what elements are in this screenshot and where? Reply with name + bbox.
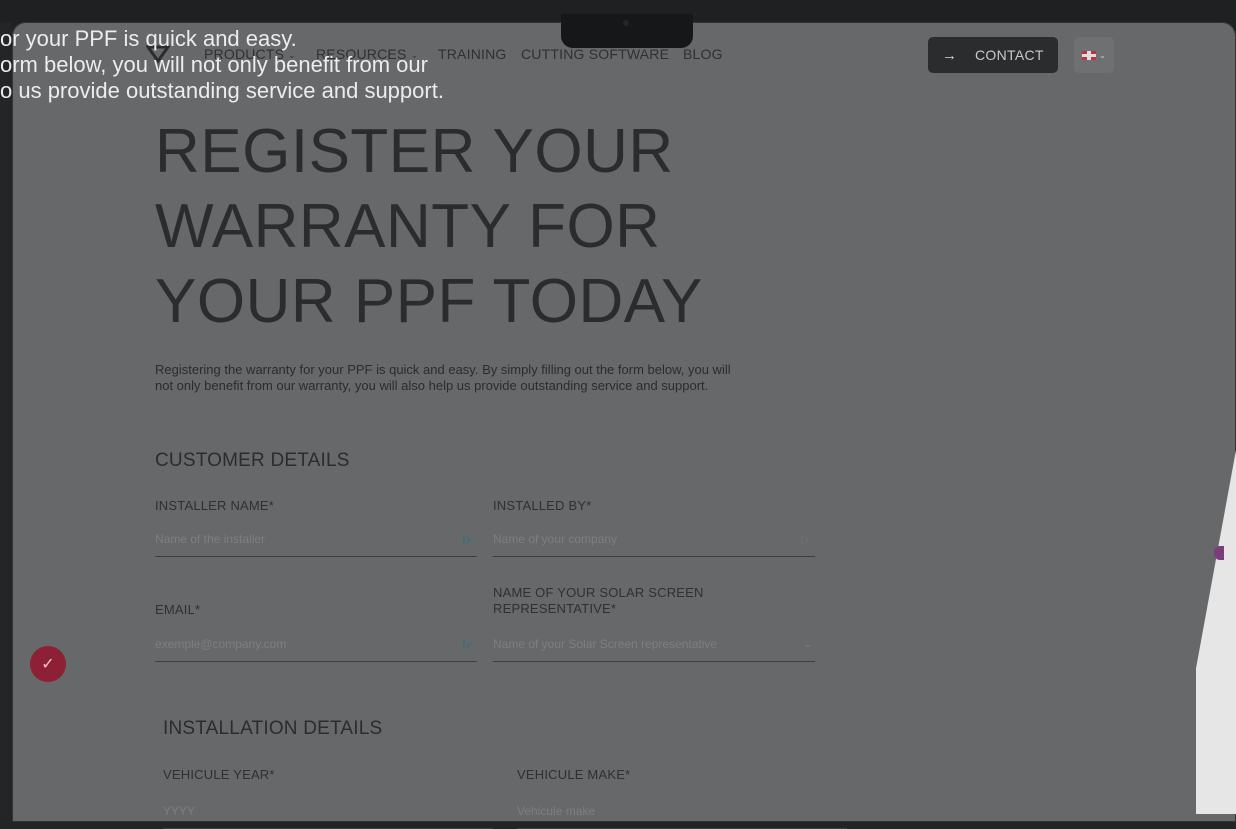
autofill-icon[interactable] xyxy=(800,534,810,546)
language-selector[interactable]: ⌄ xyxy=(1074,37,1114,73)
autofill-icon[interactable] xyxy=(462,534,472,546)
vehicle-make-label: VEHICULE MAKE* xyxy=(517,767,631,782)
installer-name-input[interactable] xyxy=(155,522,477,557)
checkmark-icon: ✓ xyxy=(41,656,55,673)
intro-line: not only benefit from our warranty, you … xyxy=(155,378,709,393)
chevron-down-icon: ⌄ xyxy=(804,639,812,649)
arrow-right-icon: → xyxy=(942,46,957,64)
nav-item-cutting-software[interactable]: CUTTING SOFTWARE xyxy=(521,46,669,62)
camera-notch xyxy=(561,14,693,48)
installed-by-label: INSTALLED BY* xyxy=(493,498,592,513)
title-line: YOUR PPF TODAY xyxy=(155,267,703,336)
vehicle-year-label: VEHICULE YEAR* xyxy=(163,767,275,782)
installed-by-input[interactable] xyxy=(493,522,815,557)
representative-label-line: REPRESENTATIVE* xyxy=(493,601,617,616)
installation-details-heading: INSTALLATION DETAILS xyxy=(163,718,383,739)
camera-dot xyxy=(623,20,629,26)
overlay-line: or your PPF is quick and easy. xyxy=(0,26,297,51)
email-input[interactable] xyxy=(155,627,477,662)
autofill-icon[interactable] xyxy=(462,639,472,651)
installer-name-label: INSTALLER NAME* xyxy=(155,498,275,513)
customer-details-heading: CUSTOMER DETAILS xyxy=(155,450,350,471)
overlay-line: orm below, you will not only benefit fro… xyxy=(0,52,428,77)
chat-widget-tab[interactable] xyxy=(1214,546,1224,560)
vehicle-year-input[interactable] xyxy=(163,794,493,829)
device-edge xyxy=(0,22,12,814)
intro-line: Registering the warranty for your PPF is… xyxy=(155,362,731,377)
vehicle-make-input[interactable] xyxy=(517,794,847,829)
uk-flag-icon xyxy=(1082,50,1097,60)
representative-select[interactable] xyxy=(493,627,815,662)
contact-button[interactable]: → CONTACT xyxy=(928,37,1058,73)
email-label: EMAIL* xyxy=(155,602,201,617)
nav-item-blog[interactable]: BLOG xyxy=(683,46,723,62)
page-title: REGISTER YOUR WARRANTY FOR YOUR PPF TODA… xyxy=(155,114,703,339)
nav-item-training[interactable]: TRAINING xyxy=(438,46,507,62)
overlay-caption: or your PPF is quick and easy. orm below… xyxy=(0,26,444,104)
title-line: WARRANTY FOR xyxy=(155,192,661,261)
title-line: REGISTER YOUR xyxy=(155,117,674,186)
contact-label: CONTACT xyxy=(975,47,1044,63)
chevron-down-icon: ⌄ xyxy=(1099,50,1106,60)
verified-badge-button[interactable]: ✓ xyxy=(30,646,66,682)
representative-label-line: NAME OF YOUR SOLAR SCREEN xyxy=(493,585,704,600)
overlay-line: o us provide outstanding service and sup… xyxy=(0,78,444,103)
intro-paragraph: Registering the warranty for your PPF is… xyxy=(155,362,815,394)
representative-label: NAME OF YOUR SOLAR SCREEN REPRESENTATIVE… xyxy=(493,585,704,617)
